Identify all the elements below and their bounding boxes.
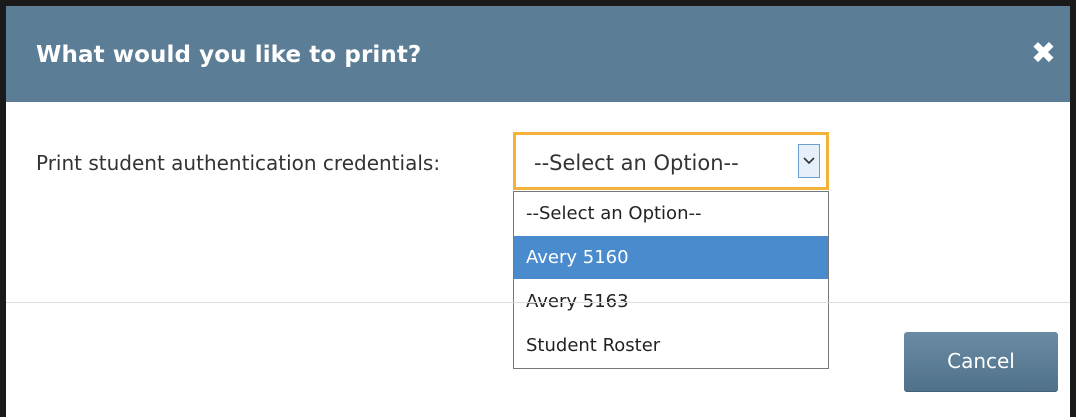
footer-divider	[6, 302, 1070, 303]
dialog-header: What would you like to print? ✖	[6, 6, 1070, 102]
select-dropdown-list: --Select an Option-- Avery 5160 Avery 51…	[513, 191, 829, 369]
option-avery-5160[interactable]: Avery 5160	[514, 236, 828, 279]
print-option-select[interactable]: --Select an Option--	[513, 132, 829, 190]
print-dialog: What would you like to print? ✖ Print st…	[0, 0, 1076, 417]
cancel-button[interactable]: Cancel	[904, 332, 1058, 392]
print-credentials-label: Print student authentication credentials…	[36, 151, 441, 175]
chevron-down-icon[interactable]	[798, 144, 820, 178]
option-student-roster[interactable]: Student Roster	[514, 324, 828, 367]
select-current-value: --Select an Option--	[534, 151, 739, 175]
dialog-title: What would you like to print?	[36, 42, 422, 68]
close-icon[interactable]: ✖	[1031, 36, 1056, 72]
option-select-placeholder[interactable]: --Select an Option--	[514, 192, 828, 235]
